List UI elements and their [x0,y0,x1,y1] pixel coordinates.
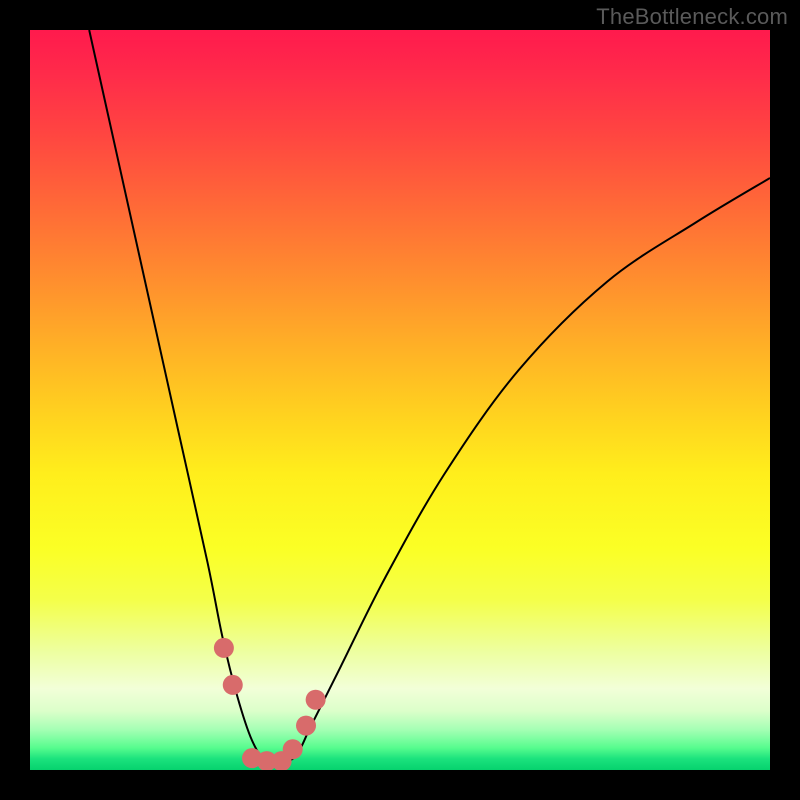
highlight-marker [283,739,303,759]
highlight-marker [223,675,243,695]
bottleneck-curve [89,30,770,765]
highlight-marker [296,716,316,736]
highlight-marker [214,638,234,658]
highlight-marker [306,690,326,710]
chart-frame: TheBottleneck.com [0,0,800,800]
watermark-text: TheBottleneck.com [596,4,788,30]
curve-layer [30,30,770,770]
plot-area [30,30,770,770]
